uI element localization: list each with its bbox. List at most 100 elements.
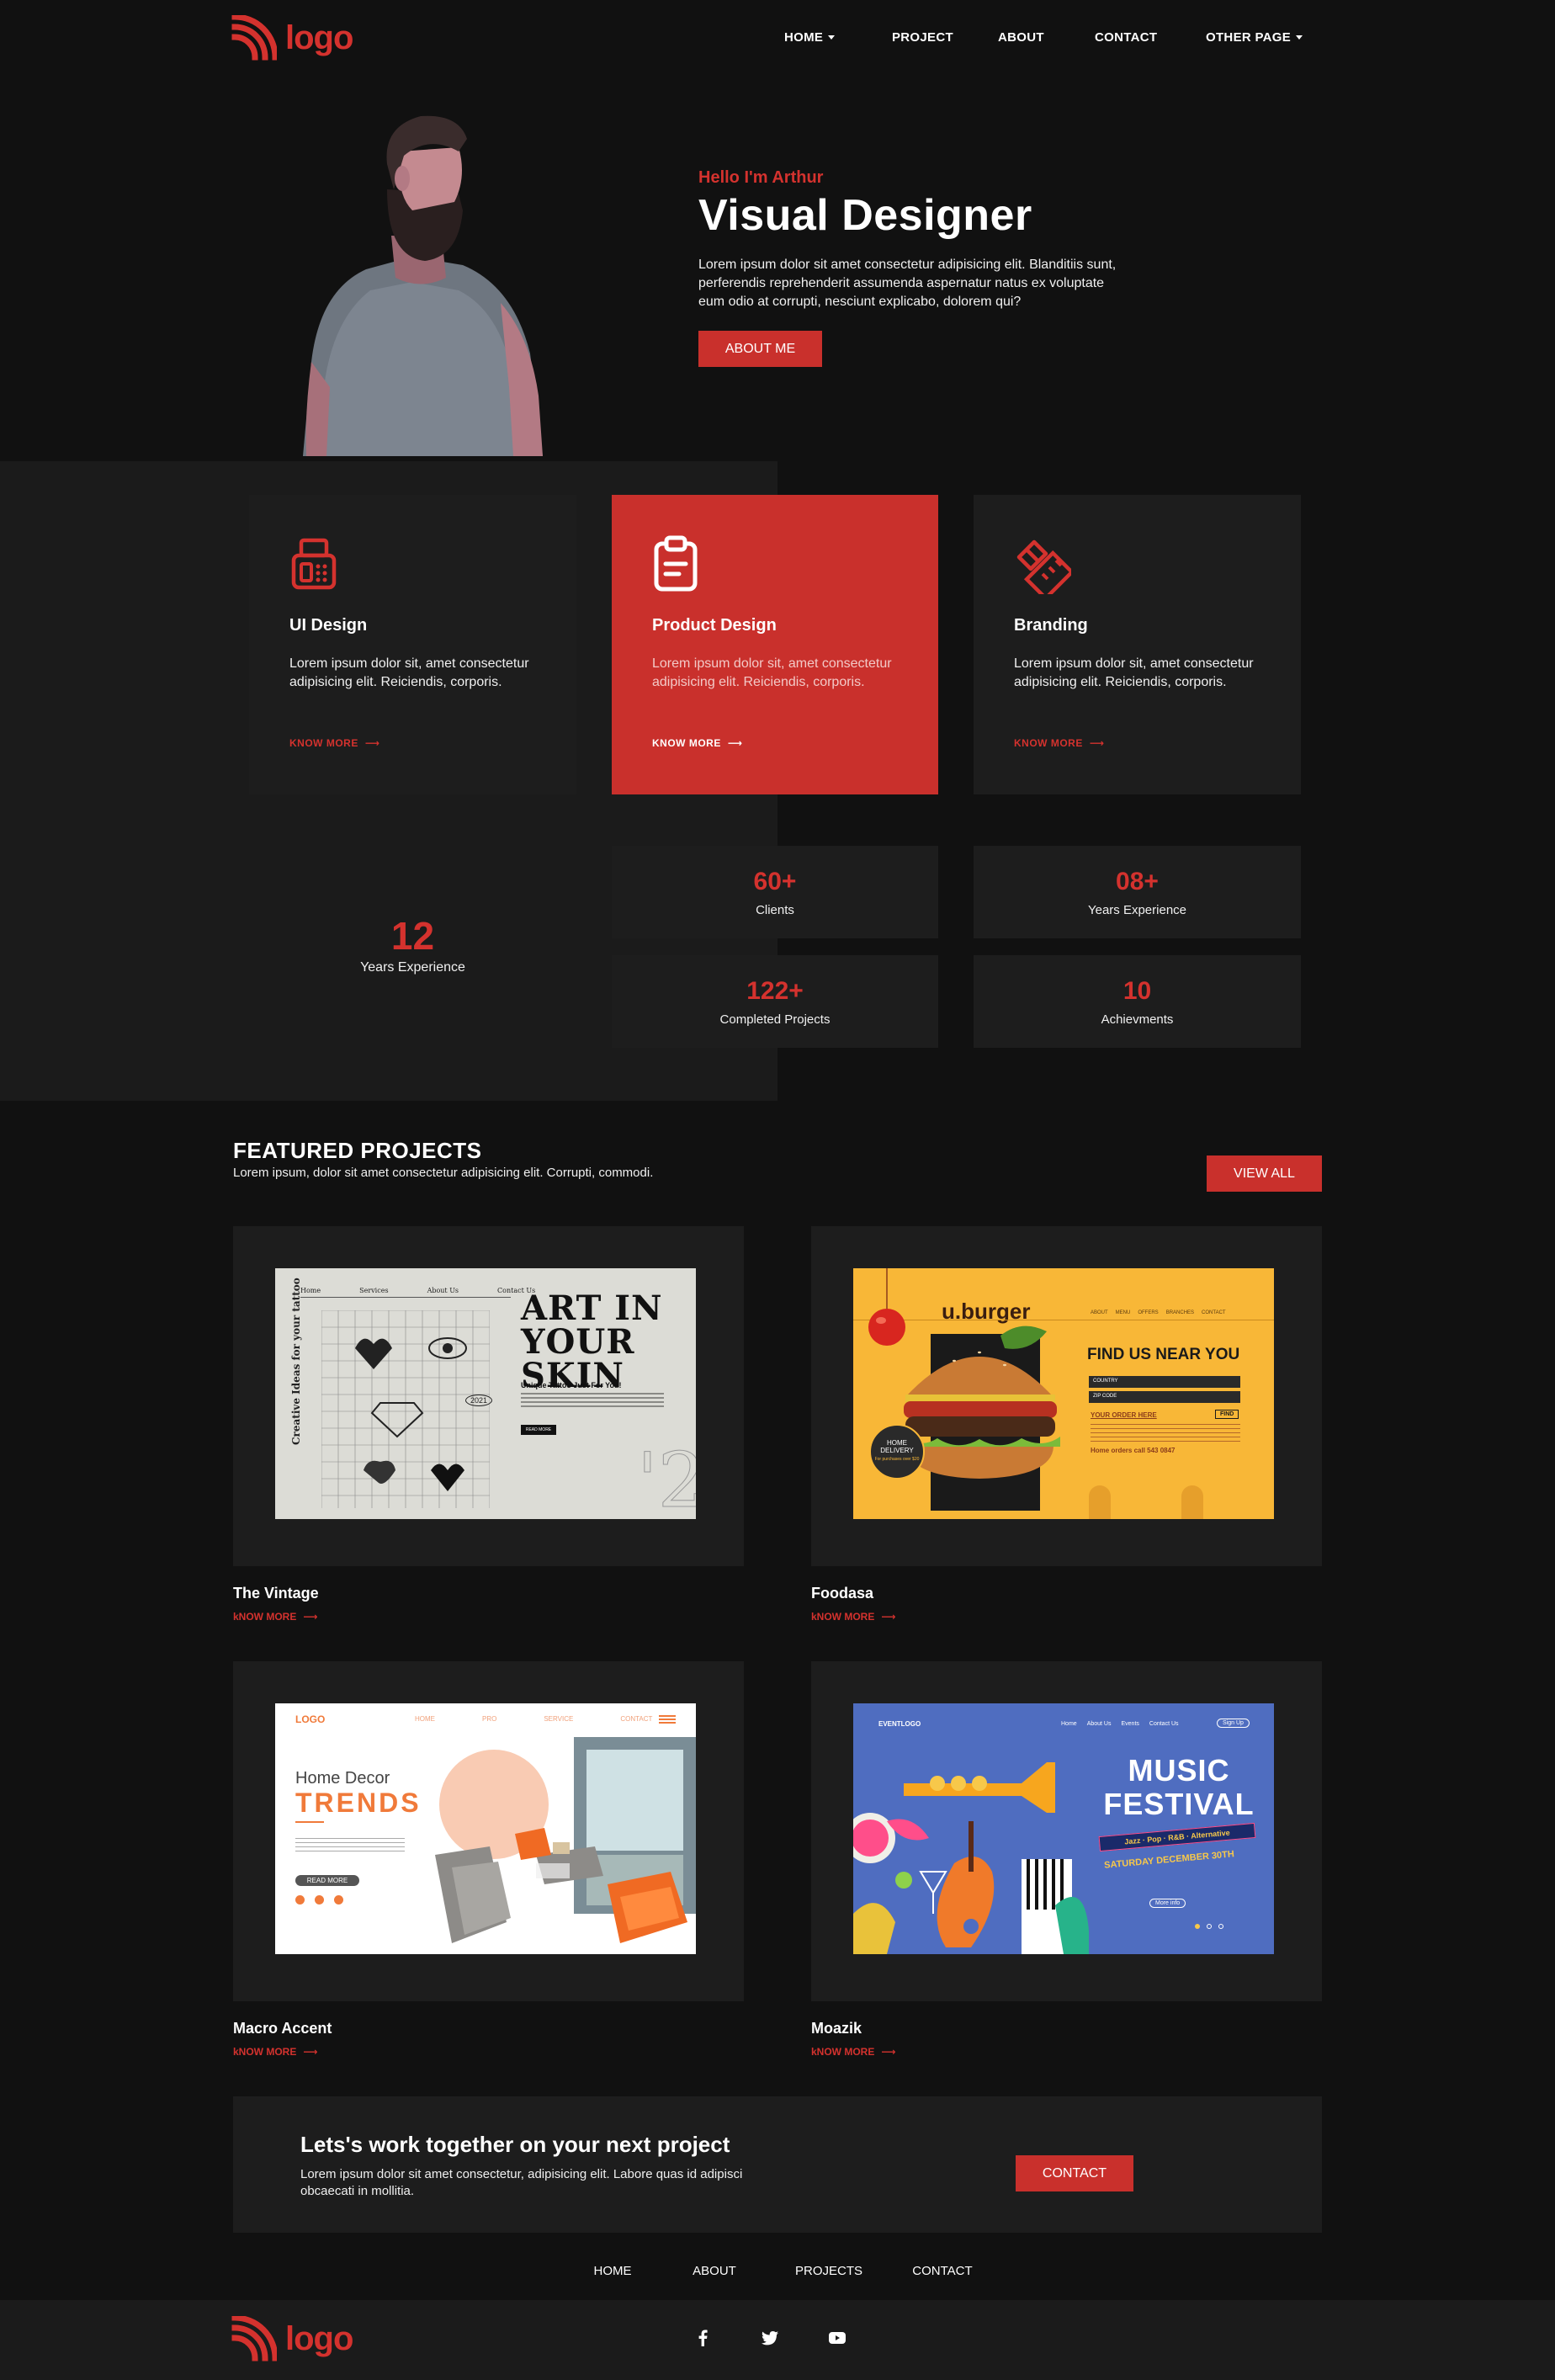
stat-card: 10 Achievments — [974, 955, 1301, 1048]
dot-icon — [1207, 1924, 1212, 1929]
footer-nav-contact[interactable]: CONTACT — [892, 2264, 993, 2278]
know-more-link[interactable]: kNOW MORE ⟶ — [811, 1611, 896, 1623]
service-card-ui-design[interactable]: UI Design Lorem ipsum dolor sit, amet co… — [249, 495, 576, 794]
logo-mark-icon — [231, 2316, 277, 2361]
stat-label: Completed Projects — [719, 1012, 831, 1027]
mock-nav: Home Services About Us Contact Us — [300, 1287, 535, 1294]
stat-card: 122+ Completed Projects — [612, 955, 938, 1048]
mock-nav-item: Events — [1121, 1721, 1139, 1727]
know-more-label: KNOW MORE — [652, 737, 721, 749]
arrow-right-icon: ⟶ — [364, 737, 380, 749]
footer-social — [690, 2325, 850, 2351]
mock-logo: LOGO — [295, 1713, 326, 1725]
mock-nav-item: OFFERS — [1138, 1310, 1159, 1315]
nav-other-page[interactable]: OTHER PAGE — [1206, 30, 1303, 45]
know-more-label: kNOW MORE — [233, 1611, 297, 1623]
contact-button[interactable]: CONTACT — [1016, 2155, 1133, 2191]
twitter-icon[interactable] — [757, 2325, 783, 2351]
mock-title-line: MUSIC — [1128, 1753, 1230, 1788]
tattoo-grid-art — [321, 1310, 490, 1508]
stat-label: Achievments — [1101, 1012, 1174, 1027]
arrow-right-icon: ⟶ — [1089, 737, 1105, 749]
know-more-label: KNOW MORE — [289, 737, 358, 749]
mock-nav: HOME PRO SERVICE CONTACT — [415, 1715, 652, 1723]
mock-nav-item: About Us — [1086, 1721, 1112, 1727]
mock-year-badge: 2021 — [465, 1395, 493, 1406]
facebook-icon — [295, 1895, 305, 1905]
featured-subtitle: Lorem ipsum, dolor sit amet consectetur … — [233, 1166, 654, 1180]
mock-title: MUSIC FESTIVAL — [1099, 1754, 1259, 1821]
clipboard-icon — [654, 535, 698, 592]
ruler-pencil-icon — [1016, 539, 1071, 594]
hero-description: Lorem ipsum dolor sit amet consectetur a… — [698, 258, 1117, 309]
nav-contact[interactable]: CONTACT — [1095, 30, 1206, 45]
mock-read-more: READ MORE — [295, 1875, 359, 1886]
logo-text: logo — [285, 2319, 353, 2357]
nav-contact-label: CONTACT — [1095, 30, 1158, 45]
project-thumbnail-decor[interactable]: LOGO HOME PRO SERVICE CONTACT Home Decor… — [275, 1703, 696, 1954]
music-instruments-illustration — [853, 1762, 1089, 1954]
mock-body-lines — [1091, 1424, 1240, 1442]
stat-card: 08+ Years Experience — [974, 846, 1301, 938]
mock-nav-item: HOME — [415, 1715, 435, 1723]
service-card-description: Lorem ipsum dolor sit, amet consectetur … — [652, 656, 892, 689]
mock-logo: EVENTLOGO — [878, 1720, 921, 1728]
nav-home[interactable]: HOME — [784, 30, 892, 45]
mock-line2: TRENDS — [295, 1788, 422, 1818]
experience-block: 12 Years Experience — [249, 913, 576, 975]
footer-nav-about[interactable]: ABOUT — [663, 2264, 766, 2278]
mock-body-lines — [295, 1838, 405, 1853]
know-more-link[interactable]: KNOW MORE ⟶ — [289, 737, 380, 749]
cta-title: Lets's work together on your next projec… — [300, 2132, 730, 2157]
hero-eyebrow: Hello I'm Arthur — [698, 168, 824, 187]
arrow-right-icon: ⟶ — [303, 1611, 318, 1623]
mock-badge-line: DELIVERY — [880, 1447, 914, 1454]
stat-value: 08+ — [1116, 867, 1159, 895]
service-card-branding[interactable]: Branding Lorem ipsum dolor sit, amet con… — [974, 495, 1301, 794]
mock-side-text: Creative Ideas for your tattoo — [290, 1278, 302, 1445]
mock-order: YOUR ORDER HERE — [1091, 1411, 1157, 1419]
mock-read-more: READ MORE — [521, 1425, 556, 1435]
mock-nav-item: PRO — [482, 1715, 497, 1723]
project-thumbnail-burger[interactable]: u.burger ABOUT MENU OFFERS BRANCHES CONT… — [853, 1268, 1274, 1519]
footer-nav-projects[interactable]: PROJECTS — [766, 2264, 892, 2278]
mock-nav-item: BRANCHES — [1165, 1310, 1195, 1315]
main-nav: HOME PROJECT ABOUT CONTACT OTHER PAGE — [784, 30, 1303, 45]
mock-decor-bar — [1181, 1485, 1203, 1519]
nav-project[interactable]: PROJECT — [892, 30, 998, 45]
project-thumbnail-music[interactable]: EVENTLOGO Home About Us Events Contact U… — [853, 1703, 1274, 1954]
nav-about[interactable]: ABOUT — [998, 30, 1095, 45]
youtube-icon[interactable] — [825, 2325, 850, 2351]
chevron-down-icon — [828, 35, 836, 40]
service-card-description: Lorem ipsum dolor sit, amet consectetur … — [1014, 656, 1254, 689]
know-more-link[interactable]: KNOW MORE ⟶ — [652, 737, 743, 749]
mock-nav: ABOUT MENU OFFERS BRANCHES CONTACT — [1091, 1310, 1226, 1315]
mock-title-line: FESTIVAL — [1103, 1787, 1255, 1821]
menu-icon — [659, 1715, 676, 1724]
know-more-label: KNOW MORE — [1014, 737, 1083, 749]
know-more-link[interactable]: kNOW MORE ⟶ — [811, 2046, 896, 2058]
footer-logo[interactable]: logo — [231, 2316, 353, 2361]
arrow-right-icon: ⟶ — [881, 1611, 896, 1623]
know-more-link[interactable]: kNOW MORE ⟶ — [233, 2046, 318, 2058]
about-me-button[interactable]: ABOUT ME — [698, 331, 822, 367]
mock-headline-line: ART IN — [521, 1288, 663, 1328]
mock-nav-item: Home — [1061, 1721, 1077, 1727]
mock-field: ZIP CODE — [1089, 1391, 1240, 1403]
mock-more-info: More info — [1149, 1899, 1186, 1908]
footer-nav-home[interactable]: HOME — [562, 2264, 663, 2278]
arrow-right-icon: ⟶ — [881, 2046, 896, 2058]
facebook-icon[interactable] — [690, 2325, 715, 2351]
project-thumbnail-vintage[interactable]: Home Services About Us Contact Us Creati… — [275, 1268, 696, 1519]
header-logo[interactable]: logo — [231, 15, 353, 61]
service-card-product-design[interactable]: Product Design Lorem ipsum dolor sit, am… — [612, 495, 938, 794]
mock-dots — [1195, 1924, 1223, 1929]
mock-badge-line: HOME — [887, 1439, 907, 1447]
stat-value: 122+ — [746, 976, 804, 1005]
mock-decor-bar — [1089, 1485, 1111, 1519]
view-all-button[interactable]: VIEW ALL — [1207, 1155, 1322, 1192]
mock-signup: Sign Up — [1217, 1719, 1250, 1728]
know-more-link[interactable]: kNOW MORE ⟶ — [233, 1611, 318, 1623]
know-more-link[interactable]: KNOW MORE ⟶ — [1014, 737, 1105, 749]
mock-field: COUNTRY — [1089, 1376, 1240, 1388]
